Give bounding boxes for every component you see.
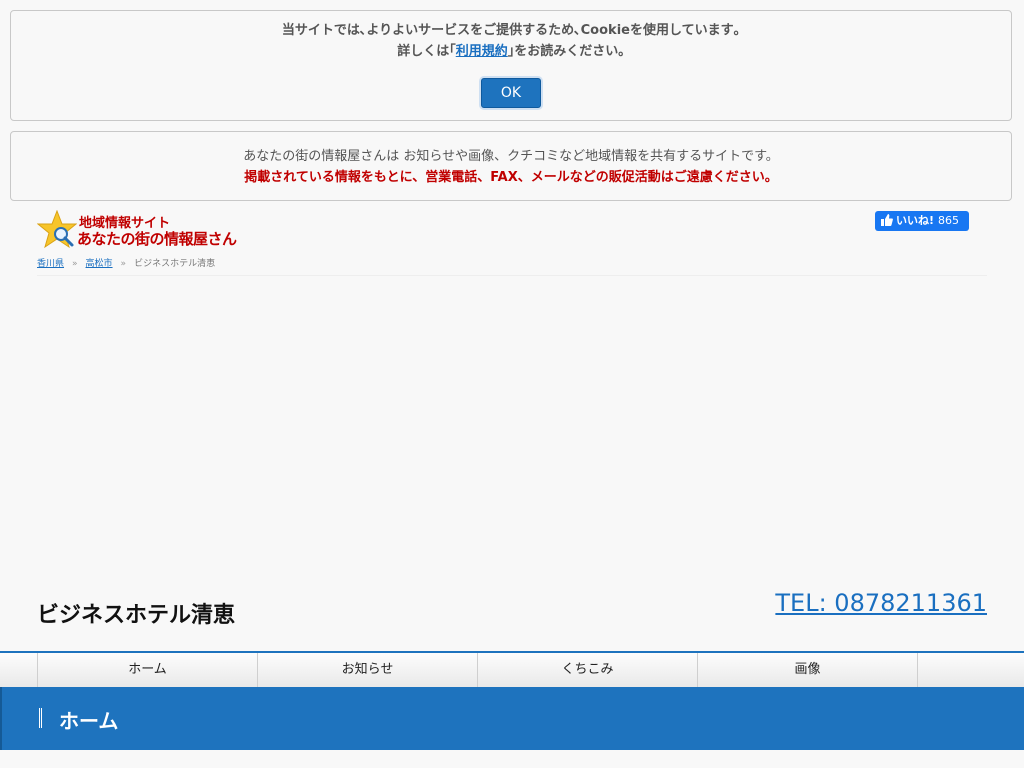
main-nav: ホーム お知らせ くちこみ 画像 bbox=[0, 651, 1024, 687]
logo-site-name: あなたの街の情報屋さん bbox=[77, 230, 237, 248]
breadcrumb-separator: » bbox=[72, 259, 78, 269]
section-marker bbox=[39, 708, 42, 728]
cookie-notice: 当サイトでは､よりよいサービスをご提供するため､Cookieを使用しています｡ … bbox=[10, 10, 1012, 121]
star-magnifier-icon bbox=[37, 210, 77, 249]
site-description: あなたの街の情報屋さんは お知らせや画像、クチコミなど地域情報を共有するサイトで… bbox=[243, 149, 779, 164]
nav-item-images[interactable]: 画像 bbox=[697, 653, 917, 687]
business-name: ビジネスホテル清恵 bbox=[37, 603, 236, 628]
breadcrumb: 香川県 » 高松市 » ビジネスホテル清恵 bbox=[37, 256, 215, 269]
phone-link[interactable]: TEL: 0878211361 bbox=[775, 589, 987, 617]
breadcrumb-link-prefecture[interactable]: 香川県 bbox=[37, 259, 64, 269]
breadcrumb-current: ビジネスホテル清恵 bbox=[134, 259, 216, 269]
breadcrumb-link-city[interactable]: 高松市 bbox=[86, 259, 113, 269]
nav-item-home[interactable]: ホーム bbox=[37, 653, 257, 687]
cookie-terms-suffix: ｣をお読みください｡ bbox=[507, 44, 625, 59]
terms-link[interactable]: 利用規約 bbox=[456, 44, 508, 59]
facebook-like-count: 865 bbox=[938, 214, 960, 227]
cookie-notice-text: 当サイトでは､よりよいサービスをご提供するため､Cookieを使用しています｡ bbox=[281, 23, 741, 38]
site-logo[interactable]: 地域情報サイト あなたの街の情報屋さん bbox=[37, 210, 247, 250]
site-info-notice: あなたの街の情報屋さんは お知らせや画像、クチコミなど地域情報を共有するサイトで… bbox=[10, 131, 1012, 201]
nav-divider bbox=[917, 653, 918, 687]
cookie-notice-terms-line: 詳しくは｢利用規約｣をお読みください｡ bbox=[11, 41, 1011, 62]
sales-warning: 掲載されている情報をもとに、営業電話、FAX、メールなどの販促活動はご遠慮くださ… bbox=[244, 170, 778, 185]
cookie-terms-prefix: 詳しくは｢ bbox=[397, 44, 456, 59]
nav-item-news[interactable]: お知らせ bbox=[257, 653, 477, 687]
facebook-like-button[interactable]: いいね! 865 bbox=[875, 211, 969, 231]
section-title: ホーム bbox=[59, 709, 119, 733]
section-header: ホーム bbox=[0, 687, 1024, 750]
breadcrumb-separator: » bbox=[120, 259, 127, 269]
thumbs-up-icon bbox=[881, 213, 893, 226]
cookie-ok-button[interactable]: OK bbox=[481, 78, 541, 108]
facebook-like-label: いいね! bbox=[896, 214, 935, 227]
nav-item-reviews[interactable]: くちこみ bbox=[477, 653, 697, 687]
breadcrumb-divider bbox=[37, 275, 987, 276]
